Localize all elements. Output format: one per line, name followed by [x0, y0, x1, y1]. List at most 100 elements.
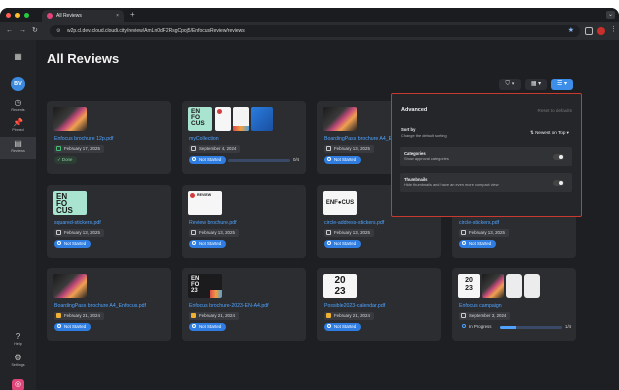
progress-fill [500, 326, 516, 329]
review-name[interactable]: Possible2023-calendar.pdf [324, 303, 385, 309]
status-icon [327, 324, 331, 329]
categories-toggle[interactable] [553, 154, 564, 160]
date-badge: February 13, 2025 [459, 229, 509, 237]
status-badge: Not Started [54, 240, 92, 248]
thumbnails-toggle[interactable] [553, 180, 564, 186]
gear-icon: ⚙ [14, 353, 22, 362]
review-name[interactable]: Enfocus campaign [459, 303, 502, 309]
date-badge: September 4, 2024 [189, 145, 241, 153]
avatar[interactable]: BV [11, 77, 25, 91]
progress-count: 0/4 [293, 157, 300, 162]
close-window-icon[interactable] [6, 13, 11, 18]
bookmark-star-icon[interactable]: ★ [568, 25, 574, 37]
sidebar-item-settings[interactable]: ⚙ Settings [0, 353, 36, 367]
calendar-icon [191, 229, 196, 235]
date-badge: February 21, 2024 [324, 312, 374, 320]
thumbnail: EN FO CUS [188, 107, 212, 131]
categories-setting: Categories Show approval categories [400, 147, 572, 166]
review-card[interactable]: REVIEW Review brochure.pdf February 13, … [182, 185, 306, 258]
review-card[interactable]: 20 23 Enfocus campaign September 3, 2024 … [452, 268, 576, 341]
calendar-icon [56, 229, 61, 235]
app-sidebar: ▦ BV ◷ Recents 📌 Pinned ▤ Reviews ? Help… [0, 40, 36, 390]
status-badge: In Progress [459, 323, 496, 331]
review-card[interactable]: EN FO CUS squared-stickers.pdf February 13… [47, 185, 171, 258]
app-logo-icon: ◎ [12, 379, 24, 390]
calendar-icon [191, 312, 196, 318]
sidebar-item-label: Help [14, 342, 22, 346]
forward-icon[interactable]: → [19, 25, 26, 37]
review-card[interactable]: EN FO 23 Enfocus brochure-2023-EN-A4.pdf F… [182, 268, 306, 341]
clock-icon: ◷ [14, 98, 22, 107]
review-name[interactable]: Enfocus brochure 12p.pdf [54, 136, 113, 142]
status-badge: Not Started [54, 323, 92, 331]
thumbnails-setting: Thumbnails Hide thumbnails and have an e… [400, 173, 572, 192]
status-icon [327, 157, 331, 162]
review-name[interactable]: BoardingPass brochure A4_Enfocus.pdf [54, 303, 146, 309]
review-card[interactable]: Enfocus brochure 12p.pdf February 17, 20… [47, 101, 171, 174]
apps-grid-button[interactable]: ▦ [0, 52, 36, 62]
browser-menu-icon[interactable]: ⋮ [610, 25, 617, 33]
browser-tab[interactable]: All Reviews × [42, 10, 124, 22]
thumbnail: 20 23 [458, 274, 480, 298]
address-bar[interactable]: ⚙ w2p.cl.dev.cloud.cloudi.city/review/Am… [50, 25, 580, 37]
review-card[interactable]: 20 23 Possible2023-calendar.pdf February … [317, 268, 441, 341]
review-card[interactable]: BoardingPass brochure A4_Enfocus.pdf Feb… [47, 268, 171, 341]
calendar-icon [461, 229, 466, 235]
sidebar-item-pinned[interactable]: 📌 Pinned [0, 118, 36, 132]
advanced-settings-button[interactable]: ☰ ▾ [551, 79, 573, 90]
status-badge: Not Started [324, 323, 362, 331]
review-name[interactable]: squared-stickers.pdf [54, 220, 101, 226]
sidebar-item-label: Settings [11, 363, 25, 367]
calendar-icon [56, 312, 61, 318]
status-badge: Not Started [189, 323, 227, 331]
categories-desc: Show approval categories [404, 156, 449, 161]
thumbnail: 20 23 [323, 274, 357, 298]
tab-search-icon[interactable]: ⌄ [606, 11, 615, 19]
review-name[interactable]: circle-stickers.pdf [459, 220, 499, 226]
pin-icon: 📌 [13, 118, 23, 127]
filter-button[interactable]: ⛉ ▾ [499, 79, 521, 90]
thumbnail: EN FO CUS [53, 191, 87, 215]
back-icon[interactable]: ← [6, 25, 13, 37]
calendar-icon [326, 145, 331, 151]
main-content: All Reviews ⛉ ▾ ▦ ▾ ☰ ▾ Enfocus brochure… [36, 40, 619, 390]
status-badge: ✓ Done [54, 156, 78, 164]
maximize-window-icon[interactable] [24, 13, 29, 18]
sidebar-item-label: Reviews [11, 149, 25, 153]
review-name[interactable]: circle-address-stickers.pdf [324, 220, 384, 226]
review-name[interactable]: myCollection [189, 136, 219, 142]
tab-close-icon[interactable]: × [116, 10, 119, 22]
date-badge: September 3, 2024 [459, 312, 511, 320]
review-card[interactable]: EN FO CUS myCollection September 4, 2024 N… [182, 101, 306, 174]
progress-bar [228, 159, 290, 162]
review-name[interactable]: Enfocus brochure-2023-EN-A4.pdf [189, 303, 269, 309]
sort-select[interactable]: ⇅ Newest on Top ▾ [530, 130, 569, 136]
sidepanel-icon[interactable] [585, 27, 593, 35]
list-settings-icon: ☰ ▾ [556, 81, 568, 87]
date-badge: February 21, 2024 [54, 312, 104, 320]
minimize-window-icon[interactable] [15, 13, 20, 18]
reload-icon[interactable]: ↻ [32, 25, 38, 37]
status-icon [192, 157, 196, 162]
status-badge: Not Started [189, 240, 227, 248]
calendar-icon [326, 229, 331, 235]
help-icon: ? [15, 332, 21, 341]
date-badge: February 13, 2025 [324, 145, 374, 153]
new-tab-button[interactable]: + [130, 10, 135, 20]
sidebar-item-help[interactable]: ? Help [0, 332, 36, 346]
favicon-icon [47, 13, 53, 19]
date-badge: February 21, 2024 [189, 312, 239, 320]
extension-icon[interactable] [597, 27, 605, 35]
view-mode-button[interactable]: ▦ ▾ [525, 79, 547, 90]
status-badge: Not Started [324, 240, 362, 248]
progress-bar [500, 326, 562, 329]
sort-title: Sort by [401, 127, 416, 132]
reset-defaults-link[interactable]: Reset to defaults [538, 108, 572, 113]
sidebar-item-recents[interactable]: ◷ Recents [0, 98, 36, 112]
review-name[interactable]: Review brochure.pdf [189, 220, 237, 226]
reviews-icon: ▤ [14, 139, 22, 148]
status-badge: Not Started [459, 240, 497, 248]
sidebar-item-reviews[interactable]: ▤ Reviews [0, 137, 36, 159]
site-info-icon[interactable]: ⚙ [56, 25, 60, 37]
tab-bar: All Reviews × + ⌄ [0, 8, 619, 22]
